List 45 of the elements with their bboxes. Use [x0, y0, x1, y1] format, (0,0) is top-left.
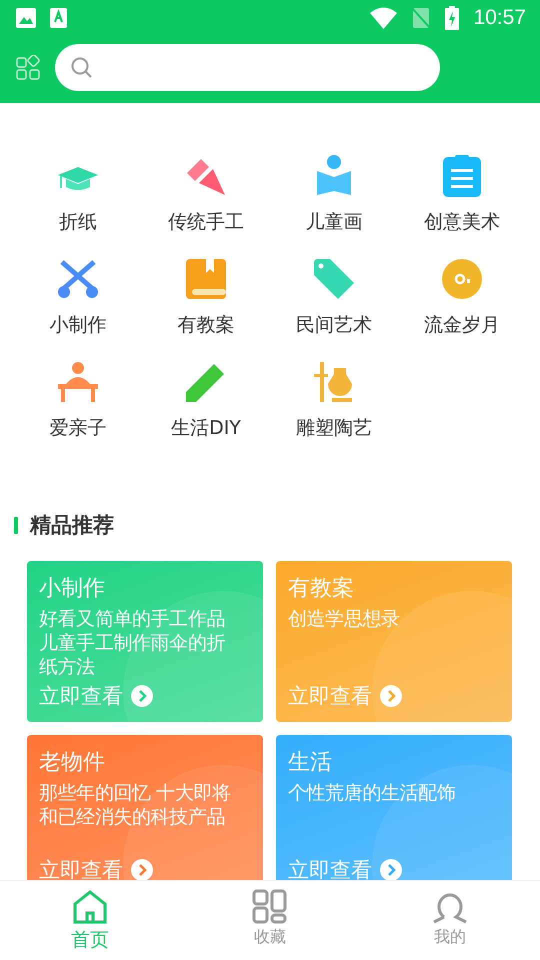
category-item[interactable]: 流金岁月: [424, 312, 500, 338]
tag-icon: [314, 259, 354, 299]
chevron-circle-icon: [131, 685, 153, 707]
category-item[interactable]: 小制作: [50, 312, 106, 338]
keyboard-app-icon: [50, 8, 67, 28]
home-icon: [72, 889, 108, 925]
card-title: 有教案: [288, 575, 355, 603]
battery-charging-icon: [445, 6, 460, 30]
category-item[interactable]: 创意美术: [424, 209, 500, 235]
search-icon: [71, 56, 93, 78]
category-item[interactable]: 传统手工: [168, 209, 244, 235]
category-item[interactable]: 儿童画: [306, 209, 362, 235]
scissors-icon: [58, 260, 98, 298]
section-title: 精品推荐: [30, 512, 114, 539]
category-item[interactable]: 雕塑陶艺: [296, 415, 372, 441]
chevron-circle-icon: [380, 685, 402, 707]
status-time: 10:57: [473, 6, 526, 30]
card-description: 好看又简单的手工作品: [39, 607, 226, 631]
disc-icon: [442, 259, 482, 299]
pencil-icon: [186, 362, 226, 402]
image-icon: [16, 8, 36, 28]
category-item[interactable]: 生活DIY: [171, 415, 241, 441]
category-item[interactable]: 爱亲子: [50, 415, 106, 441]
card-title: 生活: [288, 749, 333, 777]
search-field[interactable]: [55, 44, 440, 91]
person-at-desk-icon: [58, 362, 98, 402]
category-item[interactable]: 民间艺术: [296, 312, 372, 338]
card-description: 纸方法: [39, 655, 96, 679]
card-description: 那些年的回忆 十大即将: [39, 781, 232, 805]
clipboard-icon: [443, 155, 481, 197]
reading-person-icon: [317, 155, 351, 197]
card-description: 和已经消失的科技产品: [39, 805, 226, 829]
card-description: 儿童手工制作雨伞的折: [39, 631, 226, 655]
card-title: 老物件: [39, 749, 106, 777]
category-item[interactable]: 有教案: [178, 312, 234, 338]
card-description: 创造学思想录: [288, 607, 401, 631]
category-item[interactable]: 折纸: [59, 209, 97, 235]
wifi-icon: [370, 7, 398, 29]
card-title: 小制作: [39, 575, 106, 603]
lab-stand-icon: [314, 362, 354, 402]
book-icon: [186, 259, 226, 299]
categories-icon[interactable]: [16, 55, 41, 80]
no-sim-icon: [411, 7, 432, 29]
card-description: 个性荒唐的生活配饰: [288, 781, 456, 805]
grid-icon: [252, 889, 288, 925]
